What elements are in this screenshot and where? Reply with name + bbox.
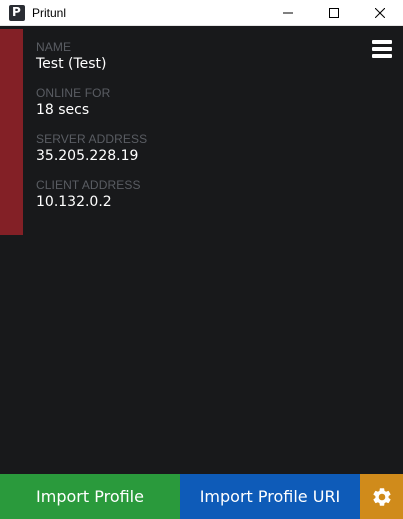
import-profile-button[interactable]: Import Profile xyxy=(0,474,180,519)
profile-menu-button[interactable] xyxy=(372,40,392,58)
server-address-value: 35.205.228.19 xyxy=(36,148,139,164)
name-value: Test (Test) xyxy=(36,56,107,72)
settings-button[interactable] xyxy=(360,474,403,519)
client-address-field: CLIENT ADDRESS 10.132.0.2 xyxy=(36,178,336,211)
close-button[interactable] xyxy=(357,0,403,26)
minimize-button[interactable] xyxy=(265,0,311,26)
server-address-label: SERVER ADDRESS xyxy=(36,132,148,146)
pritunl-app-icon: P xyxy=(9,4,25,21)
minimize-icon xyxy=(283,12,293,14)
online-for-label: ONLINE FOR xyxy=(36,86,111,100)
online-for-field: ONLINE FOR 18 secs xyxy=(36,86,336,119)
window-controls xyxy=(265,0,403,26)
gear-icon xyxy=(372,487,391,506)
maximize-button[interactable] xyxy=(311,0,357,26)
server-address-field: SERVER ADDRESS 35.205.228.19 xyxy=(36,132,336,165)
online-for-value: 18 secs xyxy=(36,102,90,118)
client-address-label: CLIENT ADDRESS xyxy=(36,178,141,192)
app-icon-letter: P xyxy=(12,4,21,19)
import-profile-uri-button[interactable]: Import Profile URI xyxy=(180,474,360,519)
footer-actions: Import Profile Import Profile URI xyxy=(0,474,403,519)
title-bar: P Pritunl xyxy=(0,0,403,26)
client-address-value: 10.132.0.2 xyxy=(36,194,112,210)
window-title: Pritunl xyxy=(32,5,67,20)
maximize-icon xyxy=(329,8,339,18)
close-icon xyxy=(375,8,385,18)
name-label: NAME xyxy=(36,40,72,54)
profile-details: NAME Test (Test) ONLINE FOR 18 secs SERV… xyxy=(36,40,336,224)
pritunl-window: P Pritunl NAME Test (Test) ONLINE FOR 18… xyxy=(0,0,403,519)
profile-name-field: NAME Test (Test) xyxy=(36,40,336,73)
profile-status-bar xyxy=(0,29,23,235)
hamburger-menu-icon xyxy=(372,40,392,58)
